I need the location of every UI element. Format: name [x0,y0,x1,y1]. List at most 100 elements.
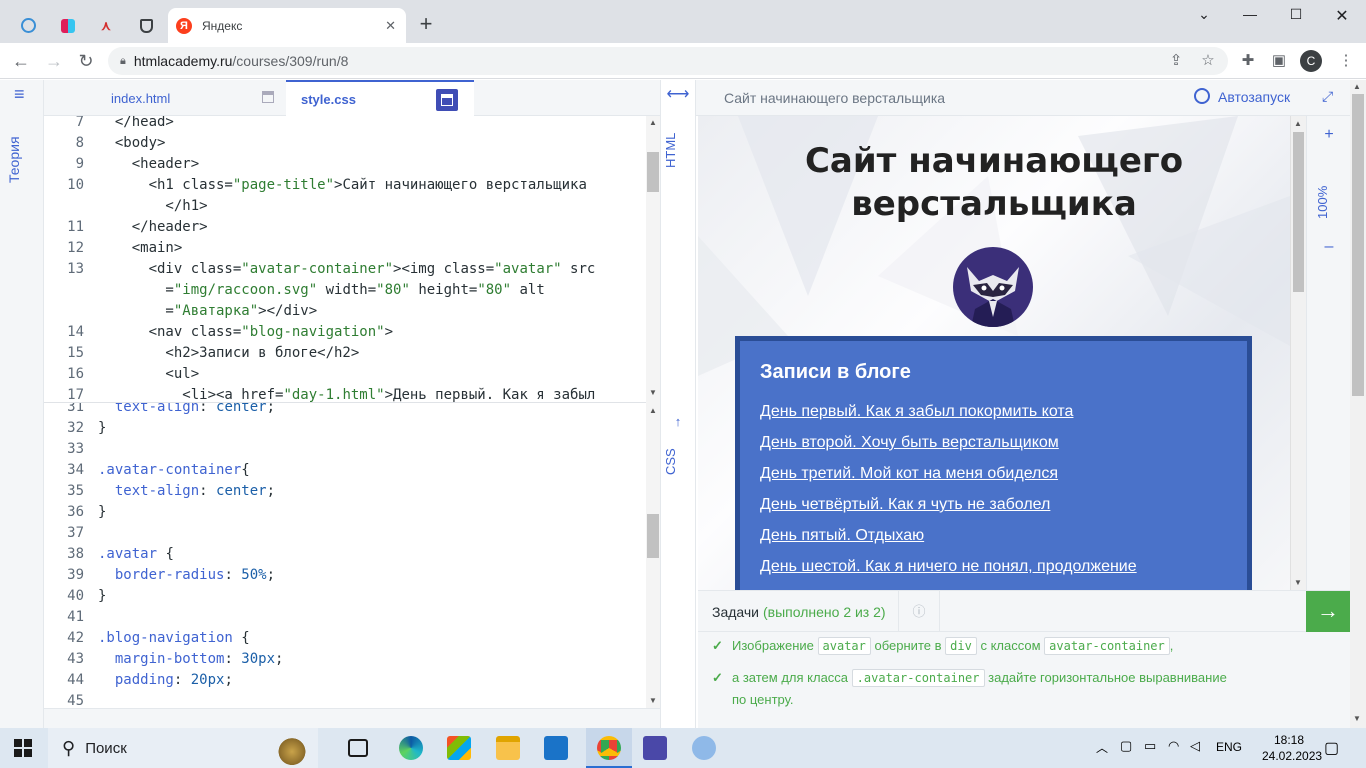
code-line[interactable]: 32} [44,418,584,439]
autorun-toggle[interactable]: Автозапуск [1218,89,1290,105]
code-line[interactable]: 7 </head> [44,116,584,133]
code-line[interactable]: 10 <h1 class="page-title">Сайт начинающе… [44,175,587,196]
code-line[interactable]: 36} [44,502,584,523]
scroll-up-icon[interactable]: ▲ [1353,82,1361,91]
next-step-button[interactable]: → [1306,591,1350,633]
code-line[interactable]: 33 [44,439,584,460]
tray-app-icon[interactable]: ▢ [1120,738,1132,754]
blog-link[interactable]: День первый. Как я забыл покормить кота [760,402,1227,433]
zoom-out-button[interactable]: – [1307,238,1351,256]
fullscreen-icon[interactable]: ⤢ [1322,88,1333,105]
chevron-down-icon[interactable]: ⌄ [1181,6,1227,26]
code-line[interactable]: 39 border-radius: 50%; [44,565,584,586]
code-line[interactable]: 31 text-align: center; [44,403,584,418]
address-bar[interactable]: 🔒︎ htmlacademy.ru/courses/309/run/8 [108,47,1228,75]
arrow-up-icon[interactable]: ↑ [661,414,695,429]
windows-start-icon[interactable] [14,739,32,757]
blog-link[interactable]: День второй. Хочу быть верстальщиком [760,433,1227,464]
menu-kebab-icon[interactable]: ⋮ [1336,51,1356,71]
tray-chevron-icon[interactable]: ︿ [1096,739,1108,756]
code-line[interactable]: 42 .blog-navigation { [44,628,584,649]
code-line[interactable]: </h1> [44,196,584,217]
scroll-down-icon[interactable]: ▼ [1353,714,1361,723]
scroll-thumb[interactable] [1293,132,1304,292]
scroll-up-icon[interactable]: ▲ [1294,119,1302,128]
share-icon[interactable]: ⇪ [1166,51,1186,71]
close-icon[interactable]: ✕ [385,18,396,34]
scroll-up-icon[interactable]: ▲ [649,406,657,415]
code-line[interactable]: 12 <main> [44,238,584,259]
tab-index-html[interactable]: index.html [96,80,286,116]
html-editor[interactable]: 7 </head> 8 <body> 9 <header> 10 <h1 class=… [44,116,646,402]
blog-link[interactable]: День пятый. Отдыхаю [760,526,1227,557]
html-section-label[interactable]: HTML [663,128,693,172]
scroll-thumb[interactable] [647,152,659,192]
floppy-icon[interactable] [643,736,667,760]
code-line[interactable]: 16 <ul> [44,364,584,385]
info-icon[interactable]: ⓘ [898,591,940,633]
forward-button[interactable]: → [42,49,66,73]
mail-icon[interactable] [544,736,568,760]
scroll-up-icon[interactable]: ▲ [649,118,657,127]
code-line[interactable]: 38 .avatar { [44,544,584,565]
code-line[interactable]: ="Аватарка"></div> [44,301,584,322]
css-section-label[interactable]: CSS [663,446,693,478]
clock[interactable]: 18:18 24.02.2023 [1262,732,1322,764]
volume-icon[interactable]: ◁ [1190,738,1200,754]
expand-horizontal-icon[interactable]: ⟷ [661,84,695,104]
scroll-thumb[interactable] [1352,94,1364,396]
sidepanel-icon[interactable]: ▣ [1269,51,1289,71]
hamburger-menu-icon[interactable]: ≡ [14,85,30,103]
tab-htmlacademy[interactable] [134,8,158,43]
autorun-icon[interactable] [1194,88,1210,104]
code-line[interactable]: 11 </header> [44,217,584,238]
layout-icon[interactable] [262,91,274,103]
code-line[interactable]: 43 margin-bottom: 30px; [44,649,584,670]
edge-taskbar-icon[interactable] [399,736,423,760]
extensions-icon[interactable]: ✚ [1238,51,1258,71]
star-icon[interactable]: ☆ [1198,51,1218,71]
zoom-in-button[interactable]: + [1307,126,1351,144]
html-editor-scrollbar[interactable]: ▲ ▼ [646,116,660,402]
minimize-button[interactable]: — [1227,6,1273,26]
code-line[interactable]: 45 [44,691,584,708]
scroll-down-icon[interactable]: ▼ [649,388,657,397]
blog-link[interactable]: День третий. Мой кот на меня обиделся [760,464,1227,495]
battery-icon[interactable]: ▭ [1144,738,1156,754]
window-close-button[interactable]: ✕ [1319,6,1365,26]
code-line[interactable]: 17 <li><a href="day-1.html">День первый.… [44,385,595,402]
tab-yandex[interactable]: Я Яндекс ✕ [168,8,406,43]
css-editor[interactable]: 31 text-align: center; 32} 33 34 .avatar-con… [44,402,646,708]
blog-link[interactable]: День шестой. Как я ничего не понял, прод… [760,557,1227,588]
layout-icon[interactable] [436,89,458,111]
scroll-down-icon[interactable]: ▼ [649,696,657,705]
page-scrollbar[interactable]: ▲ ▼ [1350,80,1366,728]
code-line[interactable]: 13 <div class="avatar-container"><img cl… [44,259,595,280]
tab-style-css[interactable]: style.css [286,80,474,116]
reload-button[interactable]: ↻ [74,49,98,73]
notification-icon[interactable]: ▢ [1324,738,1339,758]
back-button[interactable]: ← [9,49,33,73]
code-line[interactable]: 9 <header> [44,154,584,175]
new-tab-button[interactable]: + [414,13,438,37]
theory-toggle[interactable]: Теория [6,130,38,190]
store-icon[interactable] [447,736,471,760]
blog-link[interactable]: День четвёртый. Как я чуть не заболел [760,495,1227,526]
code-line[interactable]: 35 text-align: center; [44,481,584,502]
scroll-down-icon[interactable]: ▼ [1294,578,1302,587]
maximize-button[interactable]: ☐ [1273,6,1319,26]
task-view-icon[interactable] [348,739,368,757]
wifi-icon[interactable]: ◠ [1168,738,1179,754]
tab-app[interactable]: ⋏ [94,8,118,43]
explorer-icon[interactable] [496,736,520,760]
language-indicator[interactable]: ENG [1216,740,1242,754]
tab-slack[interactable] [56,8,80,43]
code-line[interactable]: 14 <nav class="blog-navigation"> [44,322,584,343]
profile-avatar[interactable]: С [1300,50,1322,72]
code-line[interactable]: 15 <h2>Записи в блоге</h2> [44,343,584,364]
preview-scrollbar[interactable]: ▲ ▼ [1290,116,1306,590]
code-line[interactable]: 41 [44,607,584,628]
css-editor-scrollbar[interactable]: ▲ ▼ [646,402,660,708]
paint-icon[interactable] [692,736,716,760]
code-line[interactable]: 34 .avatar-container{ [44,460,584,481]
